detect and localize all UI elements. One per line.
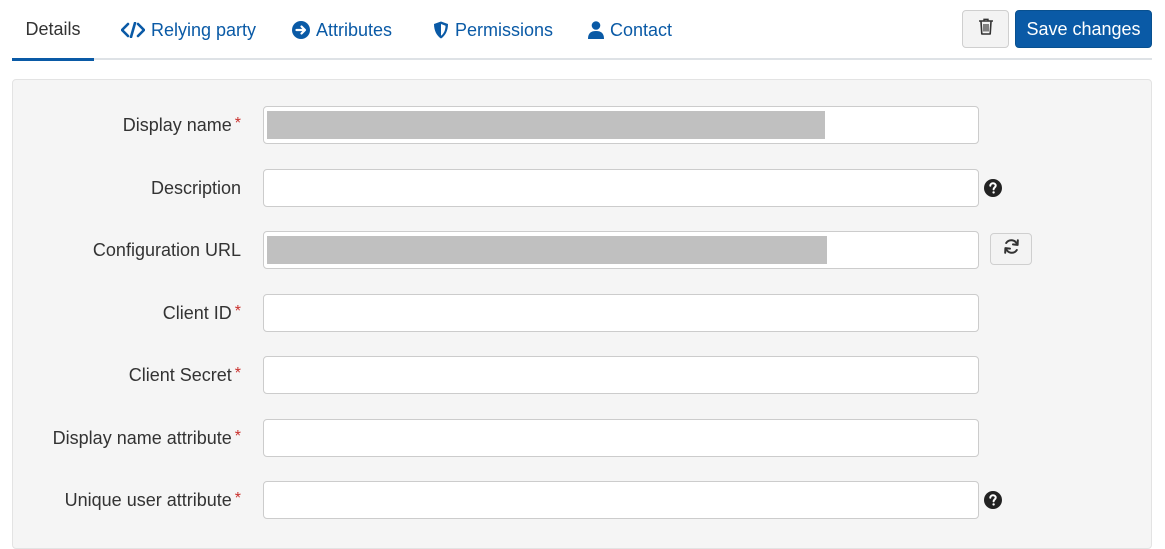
refresh-button[interactable] — [990, 233, 1032, 265]
form-row-display-name-attribute: Display name attribute * — [13, 419, 1153, 457]
description-label: Description — [150, 177, 241, 198]
tab-attributes[interactable]: Attributes — [292, 0, 392, 60]
help-icon[interactable] — [983, 490, 1003, 510]
tab-relying-party[interactable]: Relying party — [121, 0, 256, 60]
tab-contact[interactable]: Contact — [588, 0, 672, 60]
field-label: Display name attribute * — [53, 419, 241, 457]
help-icon[interactable] — [983, 178, 1003, 198]
tab-relying-party-label: Relying party — [151, 19, 257, 40]
field-label: Client Secret * — [129, 356, 241, 394]
description-input[interactable] — [263, 169, 979, 207]
refresh-icon — [1003, 238, 1020, 260]
form-row-client-secret: Client Secret * — [13, 356, 1153, 394]
field-label: Description — [151, 169, 241, 207]
tab-permissions-label: Permissions — [455, 19, 554, 40]
unique-user-attribute-input[interactable] — [263, 481, 979, 519]
tab-permissions[interactable]: Permissions — [433, 0, 553, 60]
display-name-attribute-label: Display name attribute — [52, 427, 232, 448]
field-label: Display name * — [123, 106, 241, 144]
tab-attributes-label: Attributes — [316, 19, 393, 40]
configuration-url-label: Configuration URL — [92, 239, 241, 260]
redacted-value-block — [267, 111, 825, 139]
required-asterisk: * — [234, 428, 241, 445]
required-asterisk: * — [234, 303, 241, 320]
redacted-value-block — [267, 236, 827, 264]
tab-details[interactable]: Details — [12, 0, 94, 61]
save-button[interactable]: Save changes — [1015, 10, 1152, 48]
delete-button[interactable] — [962, 10, 1009, 48]
field-label: Configuration URL — [93, 231, 241, 269]
field-label: Unique user attribute * — [65, 481, 241, 519]
form-row-unique-user-attribute: Unique user attribute * — [13, 481, 1153, 519]
trash-icon — [978, 18, 993, 40]
shield-icon — [433, 21, 449, 39]
arrow-circle-right-icon — [292, 21, 310, 39]
code-icon — [121, 22, 145, 38]
display-name-attribute-input[interactable] — [263, 419, 979, 457]
form-row-description: Description — [13, 169, 1153, 207]
field-label: Client ID * — [163, 294, 241, 332]
client-secret-label: Client Secret — [128, 364, 232, 385]
display-name-label: Display name — [122, 114, 232, 135]
form-row-configuration-url: Configuration URL — [13, 231, 1153, 269]
required-asterisk: * — [234, 115, 241, 132]
form-row-display-name: Display name * — [13, 106, 1153, 144]
required-asterisk: * — [234, 365, 241, 382]
tab-contact-label: Contact — [610, 19, 673, 40]
details-form-panel: Display name * Description Configuration … — [12, 79, 1152, 549]
client-secret-input[interactable] — [263, 356, 979, 394]
required-asterisk: * — [234, 490, 241, 507]
unique-user-attribute-label: Unique user attribute — [64, 489, 232, 510]
user-icon — [588, 21, 604, 39]
tab-details-label: Details — [25, 18, 81, 39]
client-id-input[interactable] — [263, 294, 979, 332]
form-row-client-id: Client ID * — [13, 294, 1153, 332]
client-id-label: Client ID — [162, 302, 232, 323]
